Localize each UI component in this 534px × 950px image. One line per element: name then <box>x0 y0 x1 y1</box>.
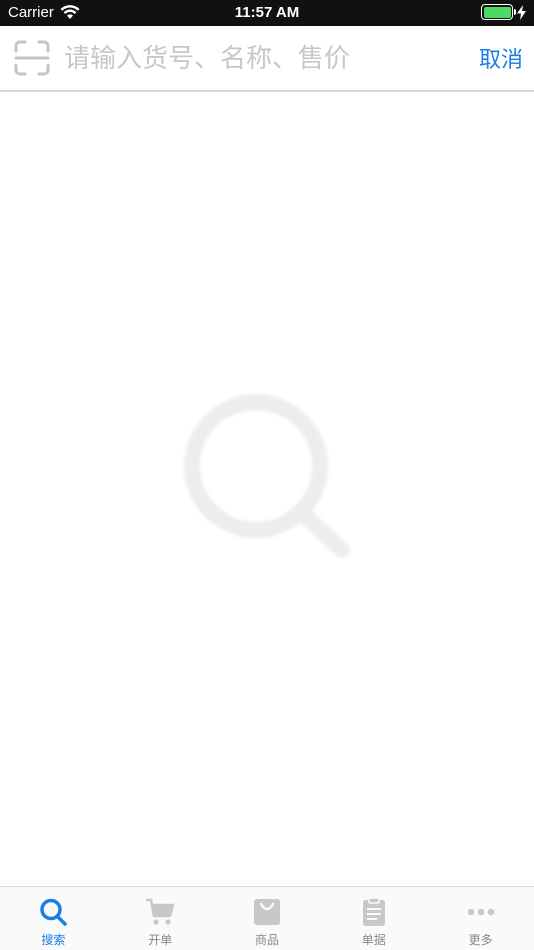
status-right <box>481 4 526 20</box>
battery-icon <box>481 4 516 20</box>
search-header: 取消 <box>0 26 534 92</box>
magnifier-icon <box>184 394 350 558</box>
tab-label: 商品 <box>254 933 279 947</box>
cancel-button[interactable]: 取消 <box>479 42 523 74</box>
tab-products[interactable]: 商品 <box>214 887 321 950</box>
tab-search[interactable]: 搜索 <box>0 887 107 950</box>
app-screen: Carrier 11:57 AM 请输入货号、名称、售价 取消 搜索 开单 商品… <box>0 0 534 950</box>
tab-label: 开单 <box>148 933 173 947</box>
status-bar: Carrier 11:57 AM <box>0 0 534 26</box>
bag-icon <box>253 899 280 925</box>
search-input[interactable] <box>64 38 464 80</box>
scan-icon[interactable] <box>14 40 50 76</box>
cart-icon <box>146 898 175 925</box>
tab-more[interactable]: 更多 <box>427 887 534 950</box>
tab-documents[interactable]: 单据 <box>320 887 427 950</box>
more-icon <box>467 908 494 916</box>
tab-order[interactable]: 开单 <box>107 887 214 950</box>
battery-tip <box>514 9 516 15</box>
battery-fill <box>483 6 511 18</box>
tab-label: 搜索 <box>41 933 66 947</box>
tab-label: 更多 <box>468 933 493 947</box>
charging-bolt-icon <box>517 4 526 20</box>
clipboard-icon <box>362 897 385 926</box>
search-results-area <box>0 92 534 886</box>
tab-label: 单据 <box>361 933 386 947</box>
status-time: 11:57 AM <box>234 4 300 21</box>
search-icon <box>40 898 68 926</box>
tab-bar: 搜索 开单 商品 单据 更多 <box>0 886 534 950</box>
